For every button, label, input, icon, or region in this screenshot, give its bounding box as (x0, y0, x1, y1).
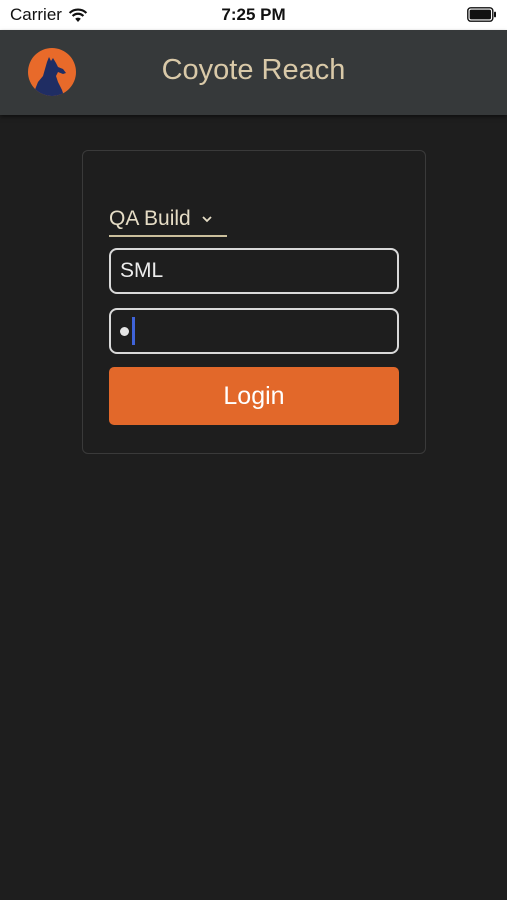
app-title: Coyote Reach (161, 54, 346, 86)
username-value: SML (120, 259, 164, 282)
username-field[interactable]: SML (109, 248, 399, 294)
chevron-down-icon (202, 216, 212, 223)
password-field[interactable] (109, 308, 399, 354)
login-button[interactable]: Login (109, 367, 399, 425)
password-mask-dot (120, 326, 129, 336)
login-card: QA Build SML Login (82, 150, 426, 454)
battery-icon (467, 7, 496, 22)
environment-select[interactable]: QA Build (109, 203, 227, 237)
text-cursor (132, 317, 135, 345)
app-header: Coyote Reach (0, 30, 507, 115)
status-time: 7:25 PM (221, 5, 286, 24)
environment-select-value: QA Build (109, 207, 191, 230)
app-screen: Carrier 7:25 PM Coyote Reach QA Build SM… (0, 0, 507, 900)
status-bar: Carrier 7:25 PM (0, 0, 507, 30)
